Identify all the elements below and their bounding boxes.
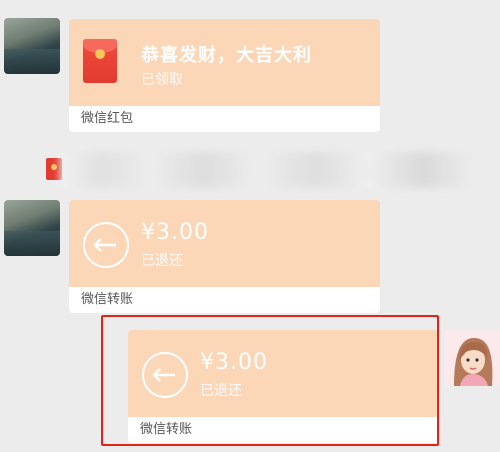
transfer-amount: ¥3.00: [141, 220, 209, 245]
red-packet-footer: 微信红包: [69, 106, 380, 132]
red-packet-icon: [83, 39, 117, 83]
red-packet-bubble[interactable]: 恭喜发财，大吉大利 已领取 微信红包: [69, 19, 380, 132]
highlight-box: [101, 315, 439, 446]
transfer-bubble[interactable]: ¥3.00 已退还 微信转账: [69, 200, 380, 313]
self-avatar[interactable]: [444, 330, 500, 386]
transfer-status: 已退还: [141, 253, 183, 269]
contact-avatar[interactable]: [4, 18, 60, 74]
transfer-footer: 微信转账: [69, 287, 380, 313]
red-packet-status: 已领取: [141, 72, 183, 88]
contact-avatar[interactable]: [4, 200, 60, 256]
system-notice-blurred: [60, 152, 472, 188]
red-packet-title: 恭喜发财，大吉大利: [141, 45, 312, 66]
return-arrow-icon: [83, 222, 129, 268]
